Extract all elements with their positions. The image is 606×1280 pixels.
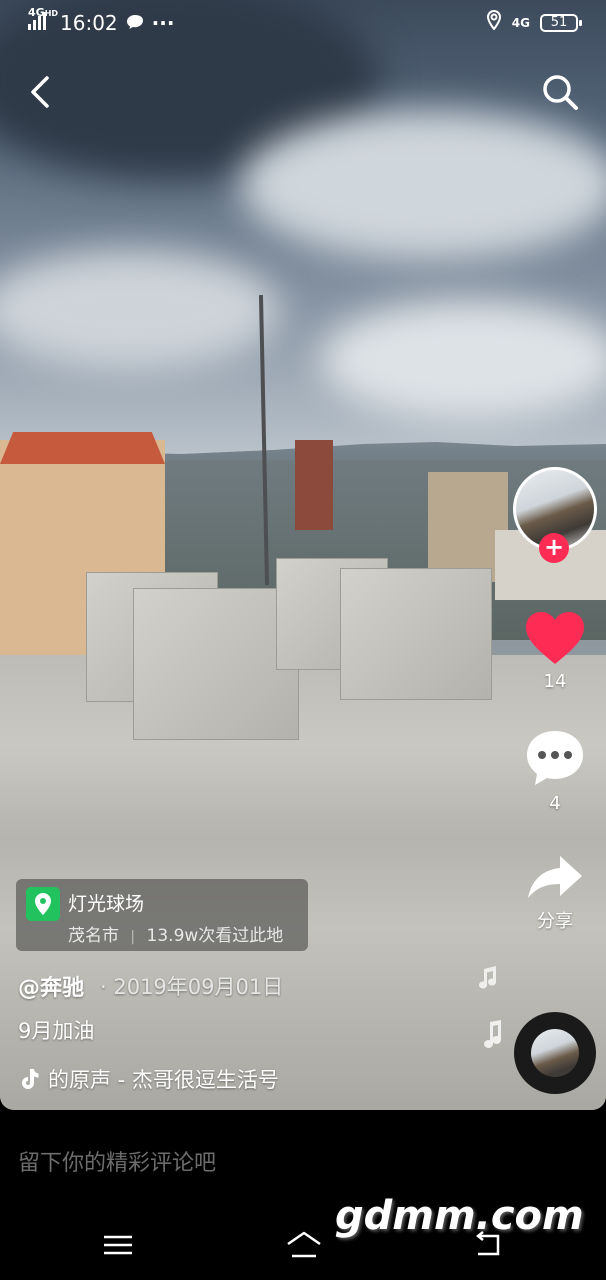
search-button[interactable] — [540, 72, 580, 112]
share-label: 分享 — [537, 911, 573, 932]
comment-icon — [527, 731, 583, 785]
heart-icon — [526, 612, 584, 664]
red-roof — [0, 432, 165, 464]
like-button[interactable]: 14 — [515, 610, 595, 692]
share-icon — [528, 856, 582, 898]
music-info[interactable]: 的原声 - 杰哥很逗生活号 — [18, 1064, 279, 1094]
cloud-shape — [320, 300, 606, 420]
location-subtitle: 茂名市 | 13.9w次看过此地 — [68, 921, 283, 946]
stone-block — [340, 568, 492, 700]
location-views: 13.9w次看过此地 — [146, 926, 284, 946]
back-nav-button[interactable] — [470, 1230, 510, 1260]
location-city: 茂名市 — [68, 926, 119, 946]
comment-input[interactable]: 留下你的精彩评论吧 — [18, 1145, 216, 1177]
cloud-shape — [240, 110, 606, 260]
stone-block — [133, 588, 299, 740]
home-icon — [287, 1231, 321, 1258]
back-nav-icon — [475, 1231, 500, 1256]
home-button[interactable] — [284, 1230, 324, 1260]
more-dots-icon: ··· — [151, 10, 175, 35]
music-title: 的原声 - 杰哥很逗生活号 — [48, 1068, 279, 1092]
status-bar: 4GHD 16:02 ··· 4G 51 — [0, 0, 606, 48]
menu-icon — [104, 1235, 132, 1255]
location-name: 灯光球场 — [68, 893, 145, 915]
disc-cover — [531, 1029, 579, 1077]
comment-button[interactable]: 4 — [515, 728, 595, 814]
tiktok-note-icon — [22, 1069, 39, 1089]
author-avatar-button[interactable]: + — [513, 467, 597, 563]
cloud-shape — [0, 250, 280, 370]
share-button[interactable]: 分享 — [515, 852, 595, 933]
follow-button[interactable]: + — [539, 533, 569, 563]
divider: | — [130, 929, 136, 945]
system-nav-bar — [0, 1215, 606, 1275]
location-status-icon — [486, 9, 502, 35]
network-4g-icon: 4G — [511, 15, 530, 30]
search-icon — [543, 75, 578, 110]
back-button[interactable] — [22, 70, 62, 114]
chat-bubble-icon — [126, 11, 144, 35]
back-arrow-icon — [31, 76, 49, 108]
location-pin-icon — [26, 887, 60, 921]
network-label: 4GHD — [28, 6, 59, 19]
tall-building — [295, 440, 333, 530]
comment-count: 4 — [549, 793, 561, 814]
post-date: · 2019年09月01日 — [100, 975, 284, 999]
menu-button[interactable] — [100, 1230, 140, 1260]
battery-icon: 51 — [540, 13, 582, 32]
like-count: 14 — [543, 671, 567, 692]
music-disc-button[interactable] — [514, 1012, 596, 1094]
music-note-icon — [474, 965, 500, 995]
status-time: 16:02 — [60, 10, 118, 35]
caption: 9月加油 — [18, 1019, 95, 1043]
location-card[interactable]: 灯光球场 茂名市 | 13.9w次看过此地 — [16, 879, 308, 951]
music-note-icon — [481, 1020, 505, 1054]
author-name[interactable]: @奔驰 — [18, 970, 84, 1002]
